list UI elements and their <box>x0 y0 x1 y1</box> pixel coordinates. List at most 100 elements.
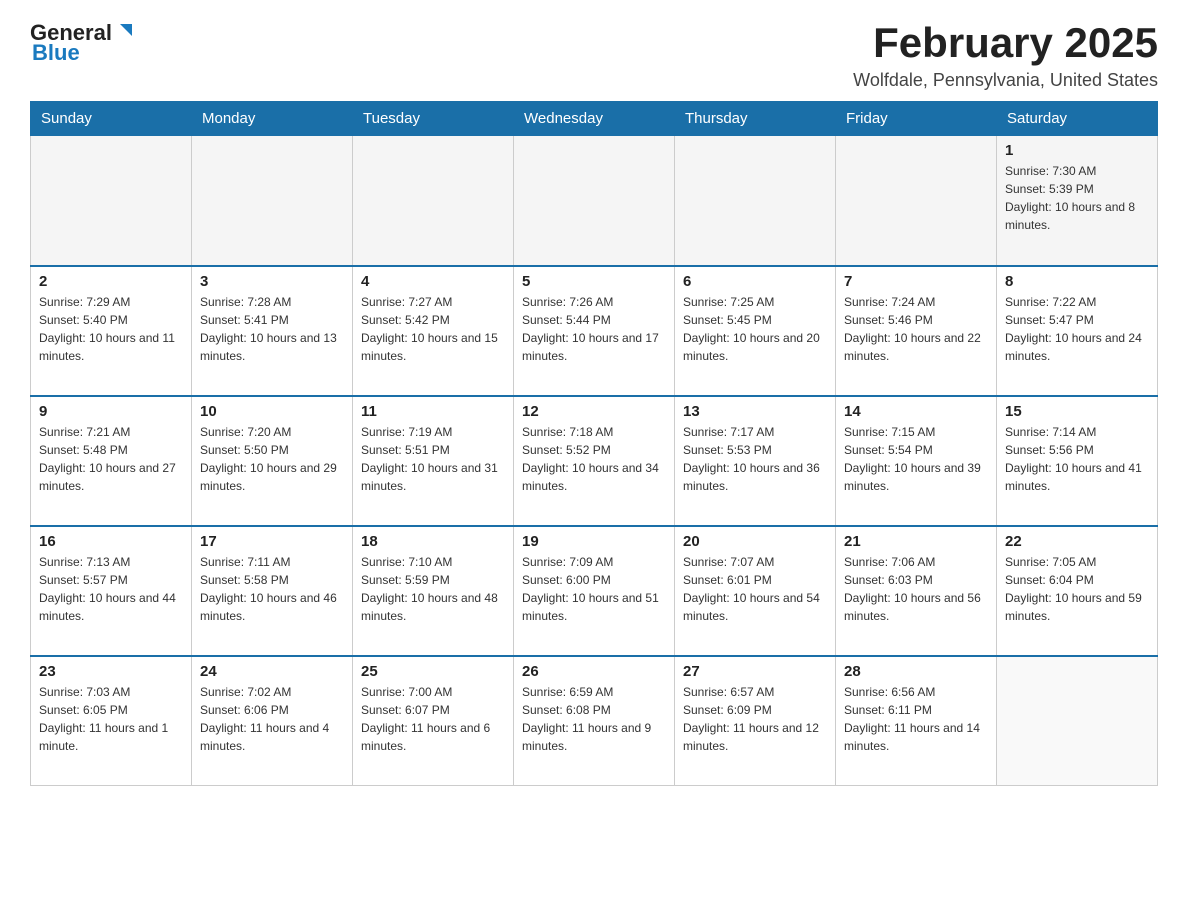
day-number: 24 <box>200 663 344 680</box>
table-row <box>31 136 192 266</box>
sunset-text: Sunset: 5:48 PM <box>39 441 183 459</box>
page-header: General Blue February 2025 Wolfdale, Pen… <box>30 20 1158 91</box>
table-row: 10Sunrise: 7:20 AMSunset: 5:50 PMDayligh… <box>192 396 353 526</box>
day-info: Sunrise: 7:15 AMSunset: 5:54 PMDaylight:… <box>844 423 988 495</box>
logo: General Blue <box>30 20 136 66</box>
day-info: Sunrise: 7:19 AMSunset: 5:51 PMDaylight:… <box>361 423 505 495</box>
daylight-text: Daylight: 10 hours and 17 minutes. <box>522 329 666 365</box>
day-number: 1 <box>1005 142 1149 159</box>
sunset-text: Sunset: 5:41 PM <box>200 311 344 329</box>
day-number: 26 <box>522 663 666 680</box>
table-row: 7Sunrise: 7:24 AMSunset: 5:46 PMDaylight… <box>836 266 997 396</box>
sunrise-text: Sunrise: 7:27 AM <box>361 293 505 311</box>
sunrise-text: Sunrise: 7:24 AM <box>844 293 988 311</box>
sunrise-text: Sunrise: 7:13 AM <box>39 553 183 571</box>
day-number: 19 <box>522 533 666 550</box>
table-row: 8Sunrise: 7:22 AMSunset: 5:47 PMDaylight… <box>997 266 1158 396</box>
sunrise-text: Sunrise: 7:26 AM <box>522 293 666 311</box>
title-block: February 2025 Wolfdale, Pennsylvania, Un… <box>853 20 1158 91</box>
calendar-week-row: 23Sunrise: 7:03 AMSunset: 6:05 PMDayligh… <box>31 656 1158 786</box>
table-row: 24 Sunrise: 7:02 AMSunset: 6:06 PMDayligh… <box>192 656 353 786</box>
day-number: 7 <box>844 273 988 290</box>
table-row <box>836 136 997 266</box>
table-row <box>514 136 675 266</box>
table-row: 20Sunrise: 7:07 AMSunset: 6:01 PMDayligh… <box>675 526 836 656</box>
month-title: February 2025 <box>853 20 1158 66</box>
sunrise-text: Sunrise: 7:14 AM <box>1005 423 1149 441</box>
day-number: 18 <box>361 533 505 550</box>
table-row: 9Sunrise: 7:21 AMSunset: 5:48 PMDaylight… <box>31 396 192 526</box>
daylight-text: Daylight: 11 hours and 6 minutes. <box>361 719 505 755</box>
sunset-text: Sunset: 5:39 PM <box>1005 180 1149 198</box>
sunset-text: Sunset: 6:11 PM <box>844 701 988 719</box>
daylight-text: Daylight: 11 hours and 4 minutes. <box>200 719 344 755</box>
day-info: Sunrise: 7:30 AMSunset: 5:39 PMDaylight:… <box>1005 162 1149 234</box>
table-row: 3 Sunrise: 7:28 AMSunset: 5:41 PMDaylight… <box>192 266 353 396</box>
daylight-text: Daylight: 11 hours and 14 minutes. <box>844 719 988 755</box>
day-number: 9 <box>39 403 183 420</box>
calendar-week-row: 1 Sunrise: 7:30 AMSunset: 5:39 PMDaylight… <box>31 136 1158 266</box>
day-info: Sunrise: 7:20 AMSunset: 5:50 PMDaylight:… <box>200 423 344 495</box>
daylight-text: Daylight: 11 hours and 1 minute. <box>39 719 183 755</box>
daylight-text: Daylight: 11 hours and 12 minutes. <box>683 719 827 755</box>
table-row: 12Sunrise: 7:18 AMSunset: 5:52 PMDayligh… <box>514 396 675 526</box>
sunrise-text: Sunrise: 7:07 AM <box>683 553 827 571</box>
day-info: Sunrise: 7:28 AMSunset: 5:41 PMDaylight:… <box>200 293 344 365</box>
day-number: 13 <box>683 403 827 420</box>
day-info: Sunrise: 7:26 AMSunset: 5:44 PMDaylight:… <box>522 293 666 365</box>
day-info: Sunrise: 6:57 AMSunset: 6:09 PMDaylight:… <box>683 683 827 755</box>
location-title: Wolfdale, Pennsylvania, United States <box>853 70 1158 91</box>
day-info: Sunrise: 7:02 AMSunset: 6:06 PMDaylight:… <box>200 683 344 755</box>
table-row <box>675 136 836 266</box>
day-number: 22 <box>1005 533 1149 550</box>
day-number: 25 <box>361 663 505 680</box>
day-info: Sunrise: 7:14 AMSunset: 5:56 PMDaylight:… <box>1005 423 1149 495</box>
table-row: 15Sunrise: 7:14 AMSunset: 5:56 PMDayligh… <box>997 396 1158 526</box>
table-row: 27Sunrise: 6:57 AMSunset: 6:09 PMDayligh… <box>675 656 836 786</box>
day-info: Sunrise: 7:05 AMSunset: 6:04 PMDaylight:… <box>1005 553 1149 625</box>
day-number: 20 <box>683 533 827 550</box>
daylight-text: Daylight: 11 hours and 9 minutes. <box>522 719 666 755</box>
day-info: Sunrise: 7:17 AMSunset: 5:53 PMDaylight:… <box>683 423 827 495</box>
table-row: 16Sunrise: 7:13 AMSunset: 5:57 PMDayligh… <box>31 526 192 656</box>
sunrise-text: Sunrise: 7:11 AM <box>200 553 344 571</box>
table-row: 18 Sunrise: 7:10 AMSunset: 5:59 PMDayligh… <box>353 526 514 656</box>
sunset-text: Sunset: 5:44 PM <box>522 311 666 329</box>
sunset-text: Sunset: 6:04 PM <box>1005 571 1149 589</box>
header-tuesday: Tuesday <box>353 102 514 136</box>
sunset-text: Sunset: 5:59 PM <box>361 571 505 589</box>
sunrise-text: Sunrise: 6:59 AM <box>522 683 666 701</box>
table-row: 13 Sunrise: 7:17 AMSunset: 5:53 PMDayligh… <box>675 396 836 526</box>
sunset-text: Sunset: 5:40 PM <box>39 311 183 329</box>
day-info: Sunrise: 7:10 AMSunset: 5:59 PMDaylight:… <box>361 553 505 625</box>
day-number: 16 <box>39 533 183 550</box>
day-number: 3 <box>200 273 344 290</box>
day-info: Sunrise: 7:25 AMSunset: 5:45 PMDaylight:… <box>683 293 827 365</box>
logo-arrow-icon <box>114 20 136 42</box>
day-info: Sunrise: 7:29 AMSunset: 5:40 PMDaylight:… <box>39 293 183 365</box>
sunset-text: Sunset: 6:09 PM <box>683 701 827 719</box>
sunrise-text: Sunrise: 7:03 AM <box>39 683 183 701</box>
sunrise-text: Sunrise: 7:02 AM <box>200 683 344 701</box>
sunset-text: Sunset: 5:53 PM <box>683 441 827 459</box>
day-number: 17 <box>200 533 344 550</box>
daylight-text: Daylight: 10 hours and 11 minutes. <box>39 329 183 365</box>
daylight-text: Daylight: 10 hours and 36 minutes. <box>683 459 827 495</box>
daylight-text: Daylight: 10 hours and 54 minutes. <box>683 589 827 625</box>
day-info: Sunrise: 6:56 AMSunset: 6:11 PMDaylight:… <box>844 683 988 755</box>
table-row: 4Sunrise: 7:27 AMSunset: 5:42 PMDaylight… <box>353 266 514 396</box>
calendar-header-row: Sunday Monday Tuesday Wednesday Thursday… <box>31 102 1158 136</box>
daylight-text: Daylight: 10 hours and 59 minutes. <box>1005 589 1149 625</box>
sunrise-text: Sunrise: 7:21 AM <box>39 423 183 441</box>
sunset-text: Sunset: 6:06 PM <box>200 701 344 719</box>
day-number: 8 <box>1005 273 1149 290</box>
day-number: 6 <box>683 273 827 290</box>
day-number: 4 <box>361 273 505 290</box>
table-row: 26 Sunrise: 6:59 AMSunset: 6:08 PMDayligh… <box>514 656 675 786</box>
sunset-text: Sunset: 6:08 PM <box>522 701 666 719</box>
sunrise-text: Sunrise: 6:57 AM <box>683 683 827 701</box>
day-info: Sunrise: 7:11 AMSunset: 5:58 PMDaylight:… <box>200 553 344 625</box>
sunset-text: Sunset: 5:57 PM <box>39 571 183 589</box>
table-row: 21Sunrise: 7:06 AMSunset: 6:03 PMDayligh… <box>836 526 997 656</box>
calendar-week-row: 9 Sunrise: 7:21 AMSunset: 5:48 PM Daylight… <box>31 396 1158 526</box>
